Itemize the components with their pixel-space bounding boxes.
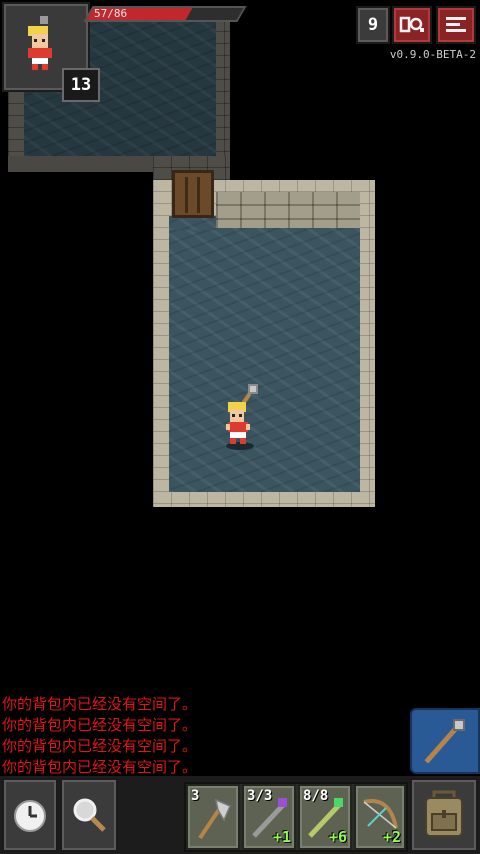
- journal-icon: [399, 16, 424, 33]
- level-badge: 13: [62, 68, 100, 102]
- room-floor-door-gap: [169, 216, 216, 230]
- room-back-wall: [216, 192, 360, 228]
- quickslot-charges: 8/8: [303, 788, 329, 804]
- quickslot-bow[interactable]: +2: [354, 784, 406, 850]
- game-log: 你的背包内已经没有空间了。 你的背包内已经没有空间了。 你的背包内已经没有空间了…: [2, 694, 402, 778]
- search-button[interactable]: [60, 778, 118, 852]
- quickslot-bonus: +2: [382, 828, 401, 846]
- quickslot-bonus: +6: [328, 828, 347, 846]
- quickslot-charges: 3/3: [247, 788, 273, 804]
- log-message: 你的背包内已经没有空间了。: [2, 695, 198, 713]
- quickslot-qty: 3: [191, 788, 200, 804]
- quickslot-green-wand[interactable]: 8/8 +6: [298, 784, 352, 850]
- dungeon-view[interactable]: [0, 0, 480, 690]
- backpack-icon: [425, 790, 463, 837]
- log-message: 你的背包内已经没有空间了。: [2, 758, 198, 776]
- hp-text: 57/86: [94, 7, 128, 20]
- version-label: v0.9.0-BETA-2: [389, 48, 476, 61]
- level-text: 13: [70, 75, 92, 95]
- hero-sprite[interactable]: [218, 380, 266, 452]
- depth-text: 9: [367, 15, 379, 35]
- journal-button[interactable]: [392, 6, 432, 44]
- upper-room-bottom-wall: [8, 156, 168, 172]
- door-plank: [185, 177, 188, 213]
- depth-indicator[interactable]: 9: [356, 6, 390, 44]
- quickslot-bonus: +1: [272, 828, 291, 846]
- room-floor: [169, 228, 360, 492]
- attack-button[interactable]: [410, 708, 480, 774]
- staff-icon: [424, 719, 465, 764]
- wooden-door[interactable]: [172, 170, 214, 218]
- backpack-button[interactable]: [410, 778, 478, 852]
- magnifier-icon: [73, 798, 106, 832]
- quickslot-purple-wand[interactable]: 3/3 +1: [242, 784, 296, 850]
- clock-icon: [14, 800, 46, 832]
- menu-button[interactable]: [436, 6, 476, 44]
- log-message: 你的背包内已经没有空间了。: [2, 737, 198, 755]
- log-message: 你的背包内已经没有空间了。: [2, 716, 198, 734]
- wait-button[interactable]: [2, 778, 58, 852]
- hero-sprite-icon: [226, 384, 258, 450]
- menu-icon: [446, 17, 466, 32]
- quickslot-axe[interactable]: 3: [186, 784, 240, 850]
- door-plank: [197, 177, 200, 213]
